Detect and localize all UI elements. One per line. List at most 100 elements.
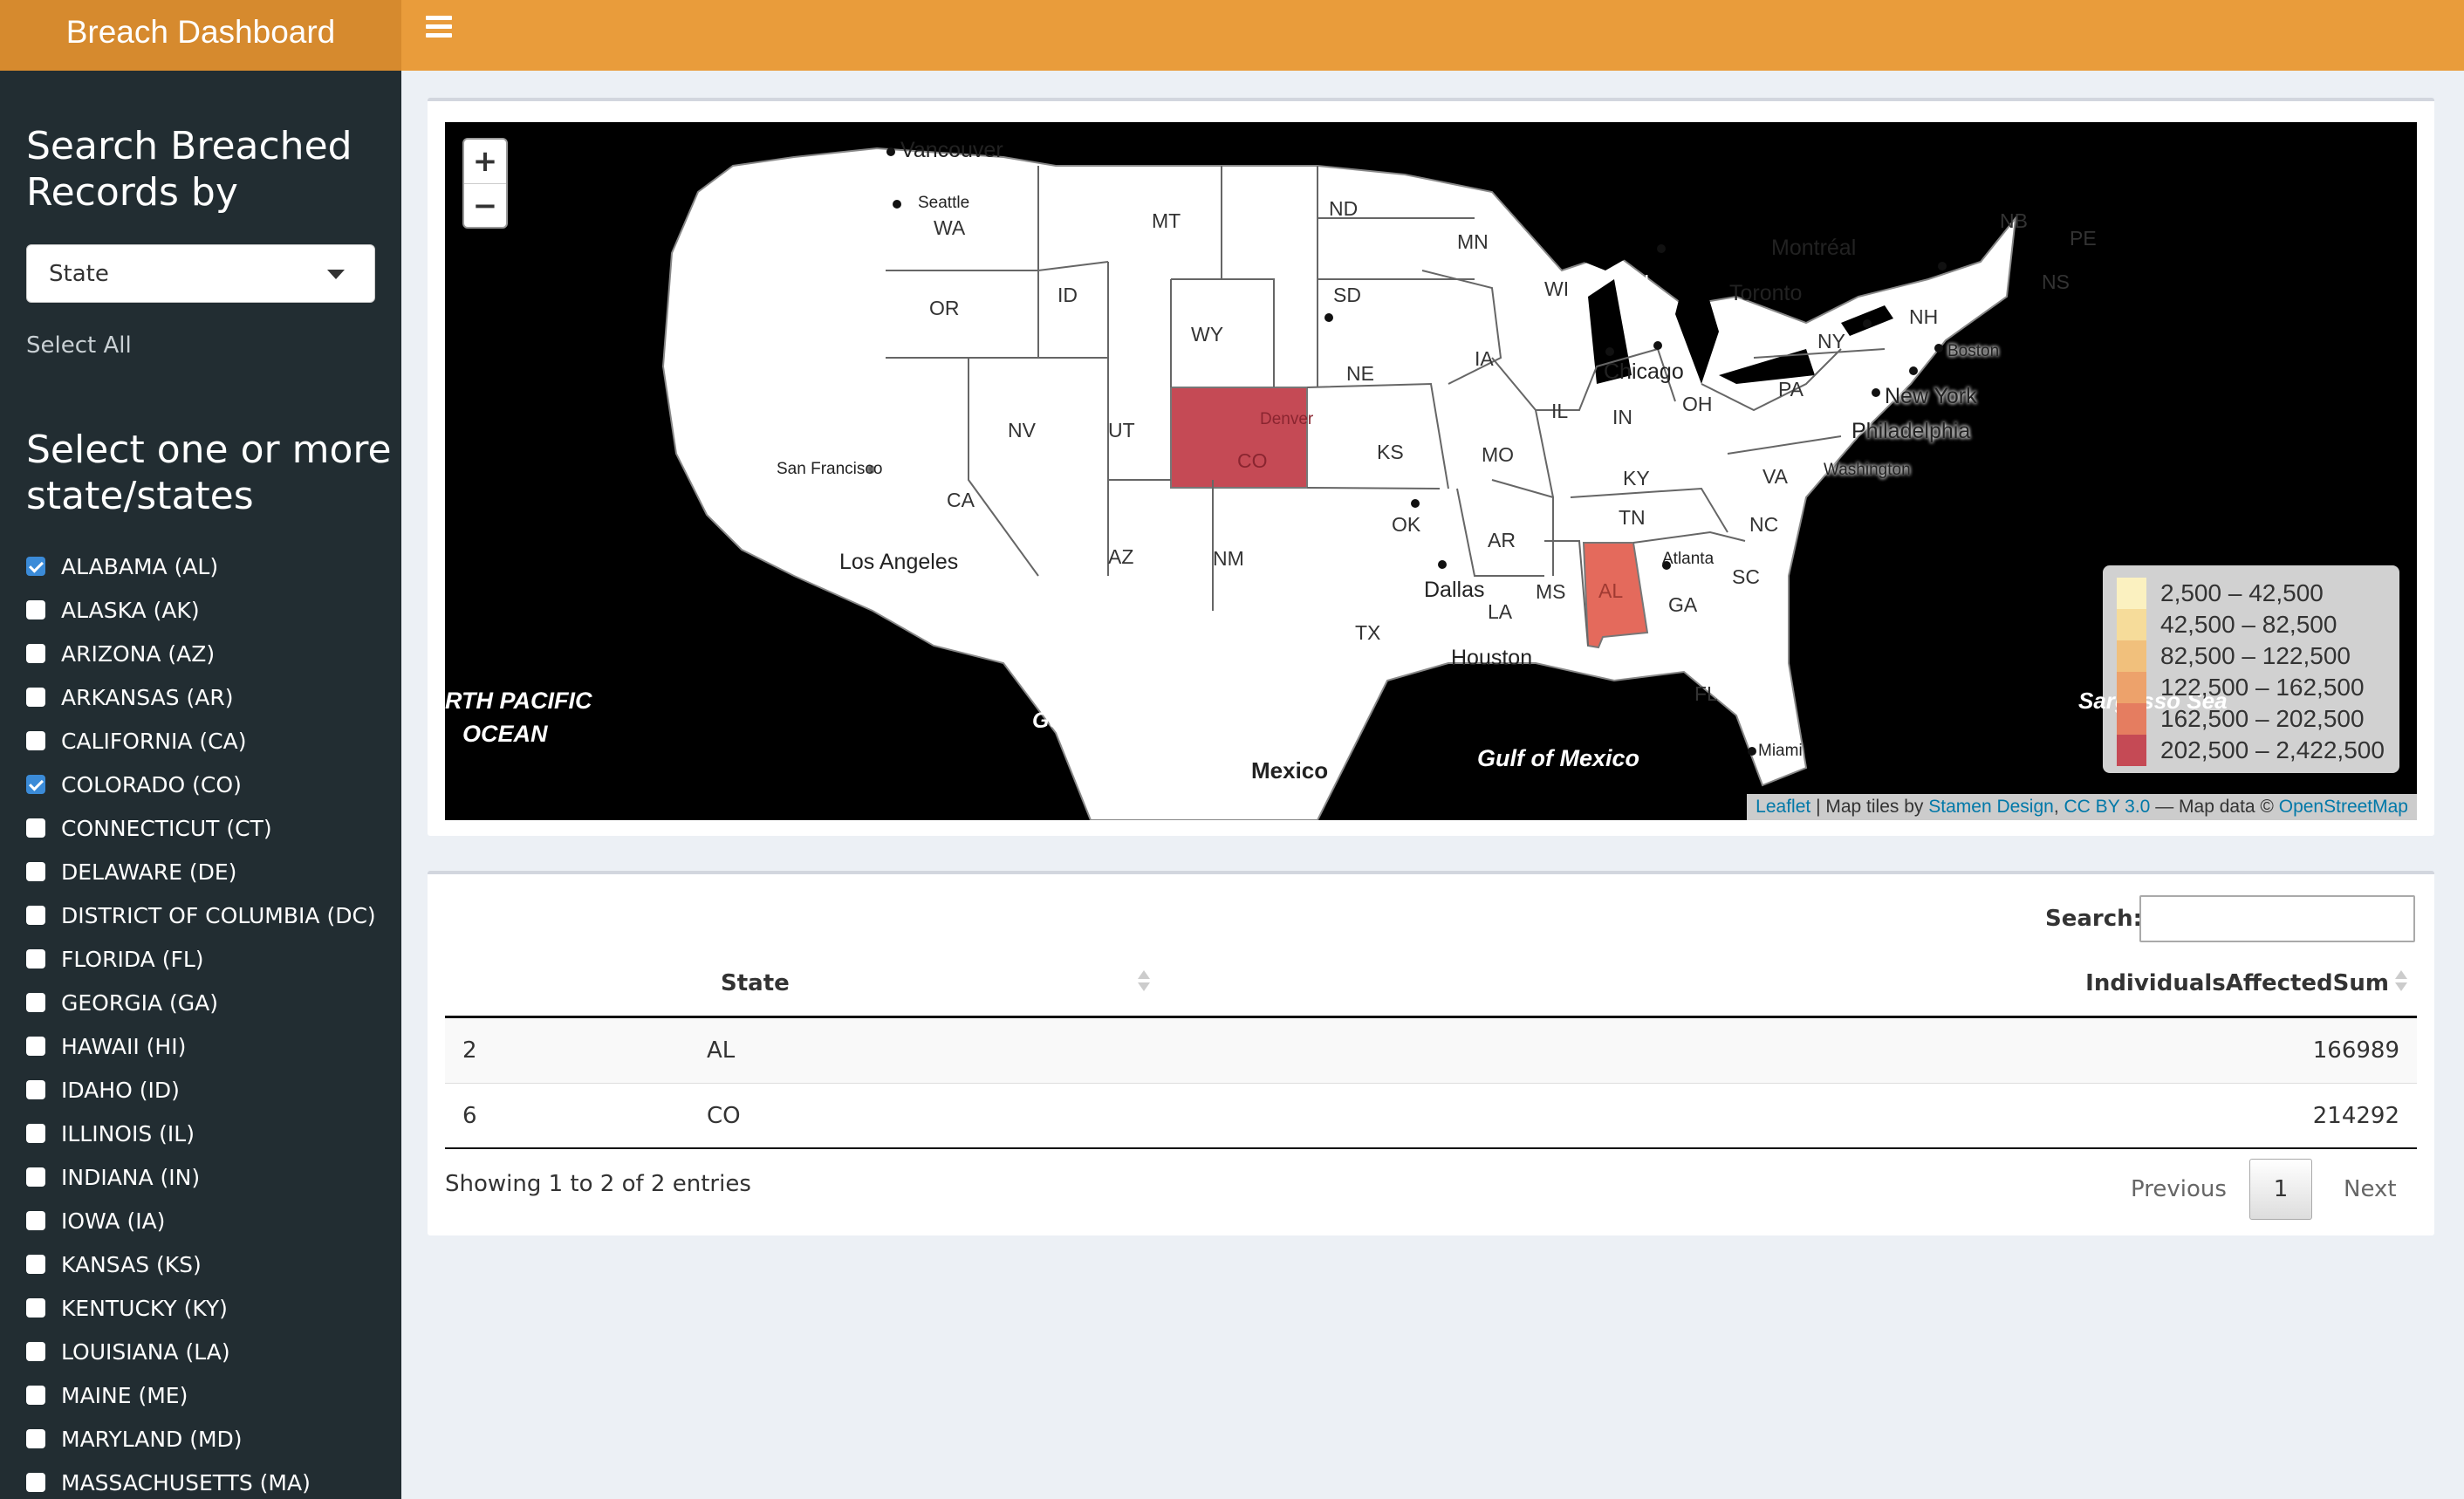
state-label-ut: UT xyxy=(1108,419,1135,441)
city-vancouver: Vancouver xyxy=(900,138,1003,162)
attribution-text: — Map data © xyxy=(2155,797,2274,817)
state-label-ne: NE xyxy=(1346,362,1374,385)
zoom-control: + − xyxy=(462,138,508,229)
checkbox-unchecked-icon[interactable] xyxy=(26,1255,45,1274)
state-checkbox-item[interactable]: IOWA (IA) xyxy=(26,1199,376,1242)
stamen-link[interactable]: Stamen Design xyxy=(1928,797,2054,818)
checkbox-unchecked-icon[interactable] xyxy=(26,862,45,881)
state-checkbox-label: IOWA (IA) xyxy=(61,1208,166,1234)
state-checkbox-item[interactable]: MASSACHUSETTS (MA) xyxy=(26,1461,376,1499)
map-panel: WA OR CA NV ID MT WY UT CO AZ NM ND SD N… xyxy=(428,98,2434,836)
choropleth-map[interactable]: WA OR CA NV ID MT WY UT CO AZ NM ND SD N… xyxy=(445,122,2417,820)
city-boston: Boston xyxy=(1947,342,2000,360)
checkbox-unchecked-icon[interactable] xyxy=(26,993,45,1012)
country-label-mexico: Mexico xyxy=(1251,757,1329,784)
checkbox-unchecked-icon[interactable] xyxy=(26,818,45,838)
state-checkbox-label: INDIANA (IN) xyxy=(61,1164,201,1190)
checkbox-unchecked-icon[interactable] xyxy=(26,1211,45,1230)
state-label-id: ID xyxy=(1057,284,1078,306)
leaflet-link[interactable]: Leaflet xyxy=(1756,797,1810,818)
state-checkbox-item[interactable]: MARYLAND (MD) xyxy=(26,1417,376,1461)
table-search-input[interactable] xyxy=(2139,895,2415,942)
map-legend: 2,500 – 42,500 42,500 – 82,500 82,500 – 12… xyxy=(2103,565,2399,773)
state-label-nc: NC xyxy=(1749,513,1779,536)
state-checkbox-item[interactable]: LOUISIANA (LA) xyxy=(26,1330,376,1373)
checkbox-unchecked-icon[interactable] xyxy=(26,688,45,707)
legend-label: 42,500 – 82,500 xyxy=(2160,611,2337,638)
checkbox-unchecked-icon[interactable] xyxy=(26,1298,45,1318)
state-checkbox-item[interactable]: HAWAII (HI) xyxy=(26,1024,376,1068)
search-heading: Search Breached Records by xyxy=(26,123,352,216)
search-by-select[interactable]: State xyxy=(26,244,375,303)
legend-label: 202,500 – 2,422,500 xyxy=(2160,736,2385,763)
state-checkbox-item[interactable]: KENTUCKY (KY) xyxy=(26,1286,376,1330)
checkbox-unchecked-icon[interactable] xyxy=(26,731,45,750)
state-checkbox-item[interactable]: CONNECTICUT (CT) xyxy=(26,806,376,850)
city-miami: Miami xyxy=(1758,742,1803,760)
osm-link[interactable]: OpenStreetMap xyxy=(2279,797,2408,818)
sort-icon[interactable] xyxy=(1137,969,1150,995)
state-checkbox-label: MASSACHUSETTS (MA) xyxy=(61,1469,311,1496)
state-checkbox-label: ARIZONA (AZ) xyxy=(61,640,216,667)
row-state: CO xyxy=(707,1103,741,1129)
state-label-co: CO xyxy=(1237,449,1268,472)
legend-label: 82,500 – 122,500 xyxy=(2160,642,2351,669)
state-label-mo: MO xyxy=(1482,443,1515,466)
state-label-sc: SC xyxy=(1732,565,1760,588)
search-by-select-value: State xyxy=(49,260,109,287)
checkbox-checked-icon[interactable] xyxy=(26,775,45,794)
city-denver: Denver xyxy=(1260,410,1314,428)
state-checkbox-item[interactable]: FLORIDA (FL) xyxy=(26,937,376,981)
checkbox-unchecked-icon[interactable] xyxy=(26,1037,45,1056)
state-checkbox-item[interactable]: KANSAS (KS) xyxy=(26,1242,376,1286)
checkbox-unchecked-icon[interactable] xyxy=(26,906,45,925)
city-toronto: Toronto xyxy=(1729,281,1803,305)
checkbox-unchecked-icon[interactable] xyxy=(26,600,45,619)
state-checkbox-item[interactable]: GEORGIA (GA) xyxy=(26,981,376,1024)
zoom-in-button[interactable]: + xyxy=(464,140,506,183)
checkbox-unchecked-icon[interactable] xyxy=(26,1167,45,1187)
checkbox-unchecked-icon[interactable] xyxy=(26,644,45,663)
sidebar: Search Breached Records by State Select … xyxy=(0,71,401,1499)
checkbox-unchecked-icon[interactable] xyxy=(26,1386,45,1405)
checkbox-unchecked-icon[interactable] xyxy=(26,949,45,969)
checkbox-unchecked-icon[interactable] xyxy=(26,1124,45,1143)
checkbox-unchecked-icon[interactable] xyxy=(26,1342,45,1361)
state-checkbox-item[interactable]: MAINE (ME) xyxy=(26,1373,376,1417)
state-checkbox-item[interactable]: INDIANA (IN) xyxy=(26,1155,376,1199)
pagination-next[interactable]: Next xyxy=(2344,1159,2397,1220)
checkbox-checked-icon[interactable] xyxy=(26,557,45,576)
state-checkbox-item[interactable]: ARKANSAS (AR) xyxy=(26,675,376,719)
select-all-link[interactable]: Select All xyxy=(26,332,132,359)
city-dallas: Dallas xyxy=(1424,578,1485,602)
pagination-page-1[interactable]: 1 xyxy=(2249,1159,2312,1220)
legend-row: 162,500 – 202,500 xyxy=(2117,703,2385,735)
state-label-wa: WA xyxy=(934,216,966,239)
city-new-york: New York xyxy=(1885,384,1977,408)
state-checkbox-item[interactable]: CALIFORNIA (CA) xyxy=(26,719,376,763)
table-row[interactable]: 2 AL 166989 xyxy=(445,1018,2417,1083)
checkbox-unchecked-icon[interactable] xyxy=(26,1080,45,1099)
license-link[interactable]: CC BY 3.0 xyxy=(2064,797,2151,818)
pagination-previous[interactable]: Previous xyxy=(2131,1159,2227,1220)
state-label-ia: IA xyxy=(1475,347,1494,370)
state-label-sd: SD xyxy=(1333,284,1361,306)
column-header-individuals-affected[interactable]: IndividualsAffectedSum xyxy=(2085,970,2389,996)
state-checkbox-item[interactable]: IDAHO (ID) xyxy=(26,1068,376,1112)
state-checkbox-item[interactable]: ALABAMA (AL) xyxy=(26,544,376,588)
column-header-state[interactable]: State xyxy=(721,970,790,996)
state-checkbox-item[interactable]: DELAWARE (DE) xyxy=(26,850,376,893)
legend-label: 162,500 – 202,500 xyxy=(2160,705,2365,732)
checkbox-unchecked-icon[interactable] xyxy=(26,1429,45,1448)
sort-icon[interactable] xyxy=(2394,969,2407,995)
state-checkbox-item[interactable]: COLORADO (CO) xyxy=(26,763,376,806)
state-checkbox-item[interactable]: ALASKA (AK) xyxy=(26,588,376,632)
checkbox-unchecked-icon[interactable] xyxy=(26,1473,45,1492)
state-checkbox-item[interactable]: ILLINOIS (IL) xyxy=(26,1112,376,1155)
zoom-out-button[interactable]: − xyxy=(464,183,506,227)
hamburger-icon[interactable] xyxy=(426,16,452,38)
state-label-nh: NH xyxy=(1909,305,1939,328)
table-row[interactable]: 6 CO 214292 xyxy=(445,1084,2417,1148)
state-checkbox-item[interactable]: ARIZONA (AZ) xyxy=(26,632,376,675)
state-checkbox-item[interactable]: DISTRICT OF COLUMBIA (DC) xyxy=(26,893,376,937)
